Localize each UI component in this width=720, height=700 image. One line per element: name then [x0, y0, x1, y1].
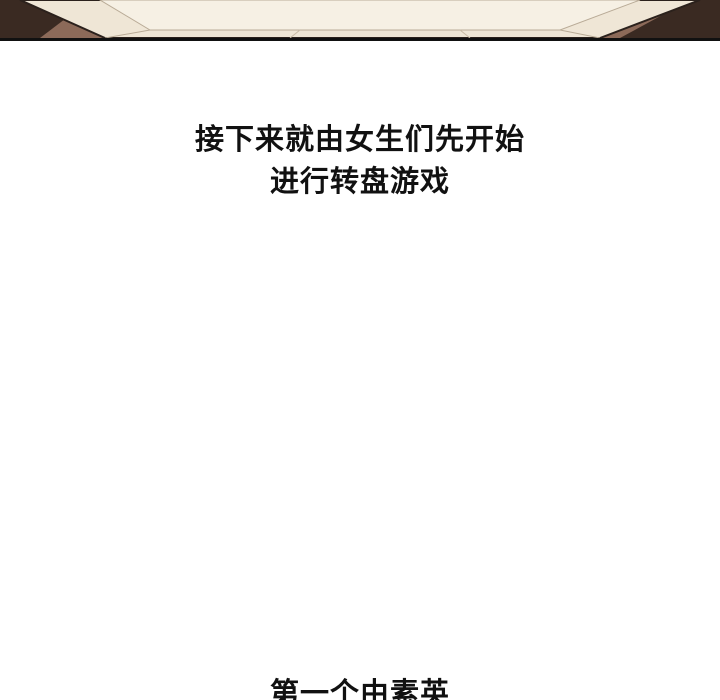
narration-caption: 接下来就由女生们先开始 进行转盘游戏 [0, 118, 720, 202]
plate-inner [99, 0, 641, 31]
comic-page: 接下来就由女生们先开始 进行转盘游戏 第一个由素英 [0, 0, 720, 700]
roulette-plate-illustration [0, 0, 720, 41]
top-comic-panel [0, 0, 720, 41]
narration-line-2: 进行转盘游戏 [269, 164, 450, 198]
narration-caption-bottom: 第一个由素英 [269, 676, 450, 700]
panel-border [0, 38, 720, 41]
narration-line-1: 接下来就由女生们先开始 [194, 122, 525, 156]
